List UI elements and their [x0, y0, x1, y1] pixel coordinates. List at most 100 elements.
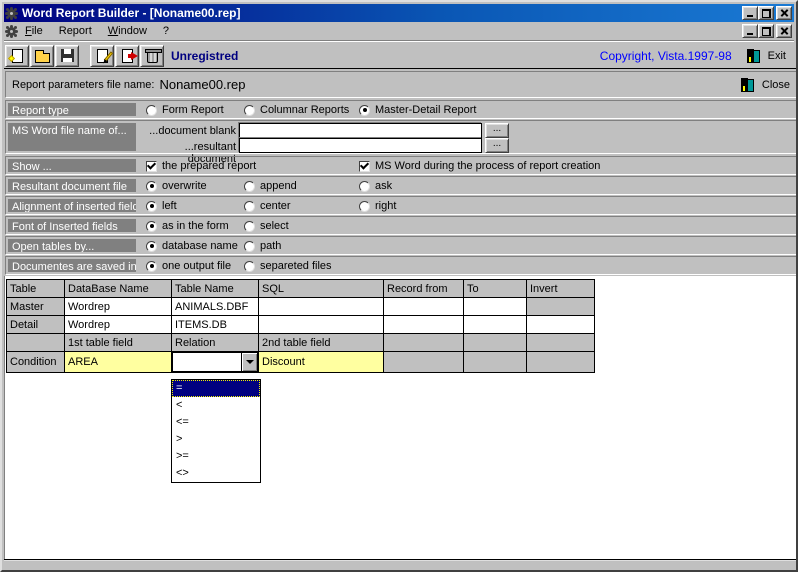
new-report-button[interactable] — [5, 45, 29, 67]
radio-label: path — [260, 240, 281, 252]
radio-align-right[interactable]: right — [359, 200, 396, 212]
radio-overwrite[interactable]: overwrite — [146, 180, 207, 192]
detail-table-cell[interactable]: ITEMS.DB — [172, 316, 259, 334]
radio-label: right — [375, 200, 396, 212]
header-database-name: DataBase Name — [65, 280, 172, 298]
radio-label: separeted files — [260, 260, 332, 272]
report-type-label: Report type — [8, 103, 136, 116]
radio-icon — [244, 181, 255, 192]
edit-report-button[interactable] — [90, 45, 114, 67]
subheader-second-table-field: 2nd table field — [259, 334, 384, 352]
master-table-cell[interactable]: ANIMALS.DBF — [172, 298, 259, 316]
radio-icon — [244, 105, 255, 116]
dropdown-option-greater-than[interactable]: > — [172, 431, 260, 448]
master-record-from-cell[interactable] — [384, 298, 464, 316]
combobox-dropdown-button[interactable] — [241, 353, 257, 371]
detail-sql-cell[interactable] — [259, 316, 384, 334]
radio-columnar-reports[interactable]: Columnar Reports — [244, 104, 349, 116]
tables-grid-area: Table DataBase Name Table Name SQL Recor… — [4, 276, 798, 561]
radio-align-center[interactable]: center — [244, 200, 291, 212]
radio-font-as-in-form[interactable]: as in the form — [146, 220, 229, 232]
exit-button[interactable]: Exit — [746, 48, 786, 64]
radio-separated-files[interactable]: separeted files — [244, 260, 332, 272]
document-blank-input[interactable] — [239, 123, 482, 138]
condition-relation-cell — [172, 352, 259, 373]
condition-header-empty — [7, 334, 65, 352]
radio-label: left — [162, 200, 177, 212]
radio-icon — [244, 201, 255, 212]
detail-database-cell[interactable]: Wordrep — [65, 316, 172, 334]
radio-label: select — [260, 220, 289, 232]
menu-help[interactable]: ? — [155, 23, 177, 39]
mdi-minimize-button[interactable] — [742, 24, 758, 38]
checkbox-label: the prepared report — [162, 160, 256, 172]
menu-report[interactable]: Report — [51, 23, 100, 39]
mdi-child-gear-icon[interactable] — [6, 26, 17, 37]
delete-report-button[interactable] — [140, 45, 164, 67]
radio-icon — [359, 201, 370, 212]
open-report-button[interactable] — [30, 45, 54, 67]
radio-one-output-file[interactable]: one output file — [146, 260, 231, 272]
new-document-icon — [12, 49, 23, 63]
resultant-document-input[interactable] — [239, 138, 482, 153]
master-database-cell[interactable]: Wordrep — [65, 298, 172, 316]
msword-filenames-row: MS Word file name of... ...document blan… — [5, 120, 797, 154]
detail-to-cell[interactable] — [464, 316, 527, 334]
mdi-close-button[interactable] — [776, 24, 792, 38]
restore-button[interactable] — [758, 6, 774, 20]
radio-database-name[interactable]: database name — [146, 240, 238, 252]
radio-label: Master-Detail Report — [375, 104, 476, 116]
radio-form-report[interactable]: Form Report — [146, 104, 224, 116]
radio-icon — [359, 105, 370, 116]
app-gear-icon[interactable] — [6, 8, 17, 19]
menu-window[interactable]: Window — [100, 23, 155, 39]
subheader-relation: Relation — [172, 334, 259, 352]
relation-combobox-value — [173, 353, 241, 371]
master-invert-cell[interactable] — [527, 298, 595, 316]
radio-label: center — [260, 200, 291, 212]
relation-dropdown-list: = < <= > >= <> — [171, 379, 261, 483]
menu-file[interactable]: File — [17, 23, 51, 39]
radio-append[interactable]: append — [244, 180, 297, 192]
radio-align-left[interactable]: left — [146, 200, 177, 212]
relation-combobox[interactable] — [172, 352, 258, 372]
radio-font-select[interactable]: select — [244, 220, 289, 232]
subheader-empty-cell — [464, 334, 527, 352]
toolbar: Unregistred Copyright, Vista.1997-98 Exi… — [4, 43, 794, 68]
close-button[interactable] — [776, 6, 792, 20]
registration-status: Unregistred — [171, 49, 238, 63]
condition-second-field-cell[interactable]: Discount — [259, 352, 384, 373]
subheader-first-table-field: 1st table field — [65, 334, 172, 352]
master-to-cell[interactable] — [464, 298, 527, 316]
dropdown-option-not-equal[interactable]: <> — [172, 465, 260, 482]
save-report-button[interactable] — [55, 45, 79, 67]
dropdown-option-greater-equal[interactable]: >= — [172, 448, 260, 465]
radio-label: one output file — [162, 260, 231, 272]
show-row: Show ... the prepared report MS Word dur… — [5, 156, 797, 175]
browse-blank-button[interactable]: ... — [485, 123, 509, 138]
dropdown-option-less-than[interactable]: < — [172, 397, 260, 414]
header-sql: SQL — [259, 280, 384, 298]
dropdown-option-equals[interactable]: = — [172, 380, 260, 397]
close-report-button[interactable]: Close — [740, 77, 790, 93]
mdi-restore-button[interactable] — [758, 24, 774, 38]
detail-invert-cell[interactable] — [527, 316, 595, 334]
radio-master-detail-report[interactable]: Master-Detail Report — [359, 104, 476, 116]
checkbox-prepared-report[interactable]: the prepared report — [146, 160, 256, 172]
browse-resultant-button[interactable]: ... — [485, 138, 509, 153]
radio-ask[interactable]: ask — [359, 180, 392, 192]
condition-first-field-cell[interactable]: AREA — [65, 352, 172, 373]
run-report-button[interactable] — [115, 45, 139, 67]
master-row-label: Master — [7, 298, 65, 316]
master-sql-cell[interactable] — [259, 298, 384, 316]
dropdown-option-less-equal[interactable]: <= — [172, 414, 260, 431]
subheader-empty-cell — [527, 334, 595, 352]
radio-path[interactable]: path — [244, 240, 281, 252]
checkbox-msword-during-creation[interactable]: MS Word during the process of report cre… — [359, 160, 600, 172]
detail-record-from-cell[interactable] — [384, 316, 464, 334]
minimize-button[interactable] — [742, 6, 758, 20]
header-table: Table — [7, 280, 65, 298]
restore-icon — [762, 9, 771, 18]
header-to: To — [464, 280, 527, 298]
radio-label: ask — [375, 180, 392, 192]
